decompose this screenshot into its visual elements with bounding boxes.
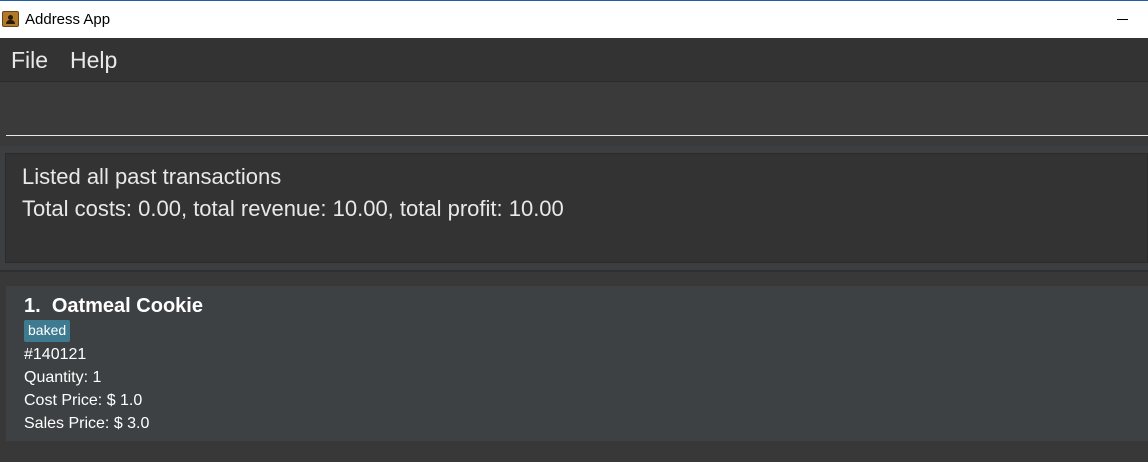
quantity-label: Quantity: 1 xyxy=(24,369,102,386)
transaction-id: #140121 xyxy=(24,346,87,363)
result-display: Listed all past transactions Total costs… xyxy=(5,153,1148,263)
result-summary: Total costs: 0.00, total revenue: 10.00,… xyxy=(22,196,564,221)
tag-badge: baked xyxy=(24,320,71,342)
transaction-name: Oatmeal Cookie xyxy=(51,295,203,317)
result-message: Listed all past transactions xyxy=(22,164,282,189)
cost-price-label: Cost Price: $ 1.0 xyxy=(24,392,143,409)
title-bar: Address App xyxy=(0,0,1148,38)
menu-bar: File Help xyxy=(0,38,1148,82)
transaction-card[interactable]: 1. Oatmeal Cookie baked #140121 Quantity… xyxy=(6,286,1148,441)
minimize-button[interactable] xyxy=(1108,5,1138,33)
transaction-list[interactable]: 1. Oatmeal Cookie baked #140121 Quantity… xyxy=(0,270,1148,462)
transaction-index: 1. xyxy=(24,295,41,317)
sales-price-label: Sales Price: $ 3.0 xyxy=(24,415,150,432)
menu-help[interactable]: Help xyxy=(70,47,117,74)
address-book-icon xyxy=(2,11,19,27)
transaction-title: 1. Oatmeal Cookie xyxy=(24,295,203,318)
command-input[interactable] xyxy=(6,100,1148,136)
menu-file[interactable]: File xyxy=(11,47,48,74)
command-box xyxy=(0,82,1148,146)
window-title: Address App xyxy=(25,11,111,28)
